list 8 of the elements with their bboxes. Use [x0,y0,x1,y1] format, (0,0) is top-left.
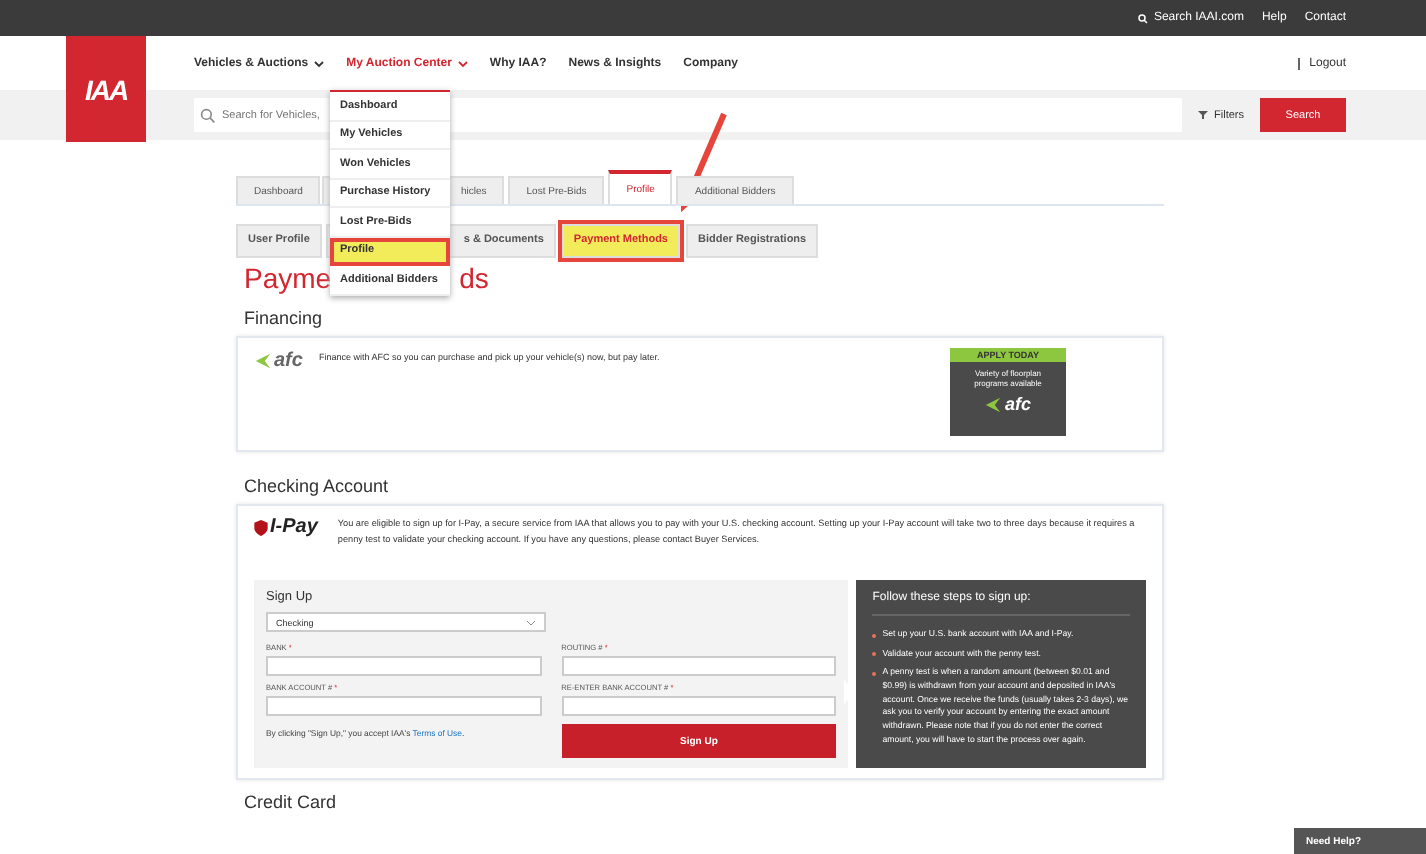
afc-logo-text: afc [1004,394,1031,414]
section-heading: Financing [244,308,325,328]
ipay-logo-text: I-Pay [270,516,318,538]
section-heading: Credit Card [244,792,339,812]
section-heading: Checking Account [244,476,391,496]
page-title-fragment: Payme [244,262,332,298]
afc-logo-text: afc [274,349,303,371]
page-title-fragment: ds [459,262,489,298]
